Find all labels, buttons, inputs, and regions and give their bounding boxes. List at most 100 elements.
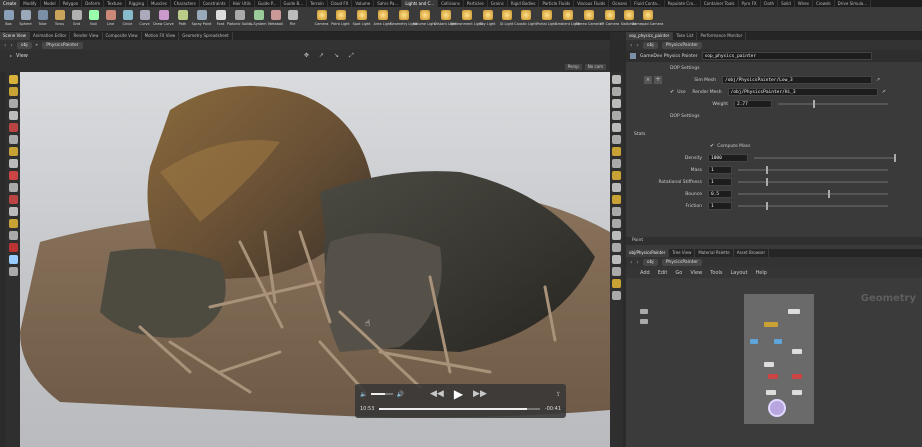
shelf-tab[interactable]: Cloud FX [328,0,353,7]
shelf-tab[interactable]: Guide P... [255,0,281,7]
shelf-tool[interactable]: Environment Light [450,7,483,31]
node-red[interactable] [792,374,802,379]
snap-icon[interactable]: ↗ [319,52,324,59]
left-tool-icon[interactable] [8,231,18,240]
node-yellow[interactable] [764,322,778,327]
node-blue[interactable] [774,339,782,344]
shelf-tab[interactable]: Terrain [307,0,328,7]
shelf-tool[interactable]: Metaball [267,7,284,31]
point-section-header[interactable]: Point [626,237,922,245]
shelf-tab[interactable]: Container Tools [701,0,739,7]
right-tool-icon[interactable] [612,255,621,264]
volume-icon[interactable]: 🔈 [360,391,367,398]
shelf-tool[interactable]: Distant Light [434,7,457,31]
left-tool-icon[interactable] [8,171,18,180]
right-tool-icon[interactable] [612,183,621,192]
shelf-tool[interactable]: File [284,7,301,31]
left-tool-icon[interactable] [8,111,18,120]
right-tool-icon[interactable] [612,111,621,120]
shelf-tool[interactable]: Area Light [372,7,393,31]
shelf-tool[interactable]: Switcher [620,7,637,31]
play-icon[interactable]: ▶ [454,387,463,401]
shelf-tab[interactable]: Guide B... [281,0,308,7]
shelf-tab[interactable]: Polygon [60,0,83,7]
forward-arrow-icon[interactable]: › [636,259,638,266]
shelf-tab[interactable]: Volume [352,0,375,7]
volume-max-icon[interactable]: 🔊 [396,391,403,398]
shelf-tab[interactable]: Sahrs Pa... [374,0,403,7]
pane-tab[interactable]: Animation Editor [30,32,71,40]
path-node[interactable]: PhysicsPainter [661,258,703,266]
pane-tab[interactable]: Scene View [0,32,30,40]
shelf-tool[interactable]: VR Camera [599,7,620,31]
shelf-tool[interactable]: Stereo Camera [575,7,602,31]
shelf-tool[interactable]: Volume Light [413,7,436,31]
dop-settings-header[interactable]: DOP Settings [670,66,700,71]
shelf-tool[interactable]: L-System [250,7,267,31]
network-menu-item[interactable]: Edit [658,270,668,276]
shelf-tool[interactable]: Path [174,7,191,31]
left-tool-icon[interactable] [8,159,18,168]
shelf-tab[interactable]: Solid [778,0,795,7]
node[interactable] [764,362,774,367]
shelf-tab[interactable]: Rigging [126,0,148,7]
expand-icon[interactable]: ▸ [10,53,12,58]
back-arrow-icon[interactable]: ‹ [630,259,632,266]
shelf-tool[interactable]: Grid [68,7,85,31]
rewind-icon[interactable]: ◀◀ [430,389,444,399]
output-node[interactable] [768,399,786,417]
back-arrow-icon[interactable]: ‹ [630,42,632,49]
weight-slider[interactable] [778,100,888,108]
right-tool-icon[interactable] [612,147,621,156]
dop-settings-header-2[interactable]: DOP Settings [670,114,700,119]
shelf-tool[interactable]: Sky Light [477,7,498,31]
shelf-tab[interactable]: Hair Utils [230,0,255,7]
right-tool-icon[interactable] [612,243,621,252]
right-tool-icon[interactable] [612,75,621,84]
node[interactable] [792,349,802,354]
handle-tool-icon[interactable]: ✥ [304,52,309,59]
node-name-field[interactable]: sop_physics_painter [701,52,872,60]
volume-slider[interactable] [371,393,394,395]
shelf-tab[interactable]: Viscous Fluids [574,0,610,7]
shelf-tab[interactable]: Model [41,0,60,7]
shelf-tool[interactable]: Portal Light [536,7,557,31]
right-tool-icon[interactable] [612,123,621,132]
friction-slider[interactable] [738,202,888,210]
remove-button[interactable]: × [644,76,652,84]
pane-tab[interactable]: Geometry Spreadsheet [179,32,233,40]
left-tool-icon[interactable] [8,255,18,264]
shelf-tool[interactable]: Tube [34,7,51,31]
network-tab[interactable]: obj/PhysicsPainter [626,249,670,257]
shelf-tab[interactable]: Characters [171,0,200,7]
left-tool-icon[interactable] [8,207,18,216]
shelf-tool[interactable]: Curve [136,7,153,31]
pane-tab[interactable]: Render View [70,32,103,40]
network-menu-item[interactable]: Tools [710,270,722,276]
align-icon[interactable]: ⤢ [349,52,354,60]
add-button[interactable]: + [654,76,662,84]
shelf-tab[interactable]: Oceans [609,0,632,7]
shelf-tool[interactable]: Spray Paint [191,7,212,31]
pane-tab[interactable]: Composite View [103,32,142,40]
network-menu-item[interactable]: View [690,270,702,276]
bounce-slider[interactable] [738,190,888,198]
shelf-tab[interactable]: Grains [488,0,508,7]
shelf-tool[interactable]: Platonic Solids [227,7,252,31]
pane-tab[interactable]: Motion FX View [142,32,180,40]
shelf-tab[interactable]: Drive Simula... [835,0,872,7]
shelf-tool[interactable]: Torus [51,7,68,31]
compute-mass-checkbox[interactable]: ✔ [710,143,714,149]
left-tool-icon[interactable] [8,123,18,132]
shelf-tab[interactable]: Pyro FX [739,0,761,7]
shelf-tool[interactable]: Circle [119,7,136,31]
right-tool-icon[interactable] [612,87,621,96]
shelf-tool[interactable]: Null [85,7,102,31]
density-slider[interactable] [754,154,896,162]
shelf-tool[interactable]: Camera [313,7,330,31]
network-menu-item[interactable]: Add [640,270,650,276]
left-tool-icon[interactable] [8,243,18,252]
shelf-tab[interactable]: Wires [795,0,813,7]
shelf-tool[interactable]: Ambient Light [555,7,580,31]
network-legend-node[interactable] [640,309,648,314]
